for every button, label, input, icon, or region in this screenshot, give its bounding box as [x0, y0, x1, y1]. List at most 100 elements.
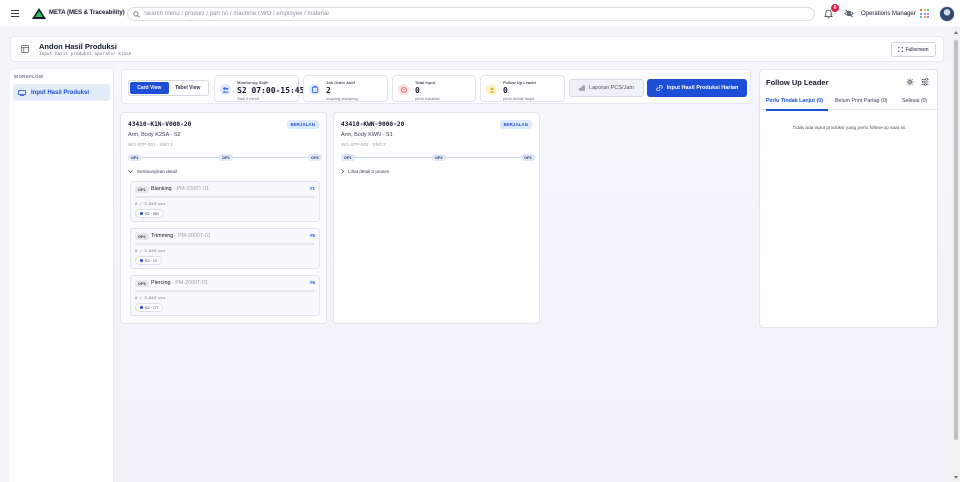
scroll-down-arrow[interactable] — [954, 476, 958, 479]
job-card[interactable]: 43410-KWN-9000-20 BERJALAN Arm, Body KWN… — [333, 112, 540, 324]
op-step: OP1 — [341, 154, 355, 161]
stat-label: Total Input — [415, 80, 436, 85]
process-number: #5 — [309, 280, 315, 285]
report-pcs-per-hour-button[interactable]: Laporan PCS/Jam — [569, 79, 644, 97]
tab-perlu-tindak-lanjut[interactable]: Perlu Tindak Lanjut (0) — [766, 98, 823, 104]
avatar[interactable] — [939, 6, 955, 22]
process-qty: 0 / 3.049 pcs — [135, 201, 166, 206]
input-button-label: Input Hasil Produksi Harian — [666, 85, 739, 91]
stat-note: perlu eskalasi — [415, 96, 440, 101]
user-role[interactable]: Operations Manager — [861, 11, 916, 17]
progress-bar — [135, 196, 315, 198]
sidebar-section-label: WORKFLOW — [14, 74, 44, 79]
bar-chart-icon — [579, 85, 585, 91]
process-number: #5 — [309, 233, 315, 238]
notification-badge: 6 — [831, 4, 839, 12]
page-title: Andon Hasil Produksi — [39, 42, 117, 51]
global-search[interactable] — [127, 7, 815, 21]
sidebar-item-label: Input Hasil Produksi — [31, 89, 90, 96]
search-input[interactable] — [144, 11, 804, 17]
process-row[interactable]: OP1 Blanking · PM-2000T-01 #1 0 / 3.049 … — [130, 181, 320, 222]
meta-logo-icon — [32, 8, 46, 19]
progress-bar — [135, 290, 315, 292]
process-qty: 0 / 3.049 pcs — [135, 248, 166, 253]
scroll-up-arrow[interactable] — [954, 31, 958, 34]
active-tab-indicator — [766, 109, 828, 111]
process-row[interactable]: OP3 Piercing · PM-2000T-01 #5 0 / 3.049 … — [130, 275, 320, 316]
stat-label: Follow Up Leader — [503, 80, 537, 85]
process-number: #1 — [309, 186, 315, 191]
users-icon — [220, 84, 231, 95]
page-subtitle: Input hasil produksi operator kiosk — [39, 52, 132, 57]
stat-note: ongoing stamping — [326, 96, 358, 101]
job-code: 43410-KWN-9000-20 — [341, 121, 405, 128]
status-badge: BERJALAN — [286, 120, 319, 129]
chevron-down-icon — [128, 170, 133, 173]
process-name: Blanking · PM-2000T-01 — [151, 186, 210, 192]
process-qty: 0 / 3.049 pcs — [135, 295, 166, 300]
view-toggle: Card View Tabel View — [128, 80, 209, 96]
sidebar-item-input-hasil-produksi[interactable]: Input Hasil Produksi — [13, 84, 110, 101]
eye-off-icon[interactable] — [844, 9, 854, 18]
stat-note: perlu tindak lanjut — [503, 96, 535, 101]
chevron-right-icon — [341, 169, 344, 174]
link-icon — [655, 85, 663, 91]
input-daily-production-button[interactable]: Input Hasil Produksi Harian — [647, 79, 747, 97]
user-icon — [486, 84, 497, 95]
stat-label: Monitoring Shift — [237, 80, 268, 85]
op-step: OP3 — [521, 154, 535, 161]
part-name: Arm, Body KWN - S1 — [341, 132, 393, 138]
layout-icon — [21, 45, 29, 53]
stat-follow-up-leader: Follow Up Leader 0 perlu tindak lanjut — [480, 75, 565, 102]
table-view-button[interactable]: Tabel View — [169, 82, 208, 94]
process-name: Trimming · PM-2000T-01 — [151, 233, 211, 239]
expand-icon — [898, 47, 904, 52]
stat-total-input: Total Input 0 perlu eskalasi — [392, 75, 476, 102]
clipboard-icon — [309, 84, 320, 95]
menu-icon[interactable] — [11, 10, 19, 17]
scroll-thumb[interactable] — [954, 40, 958, 440]
work-order: WO-STP-002 · Shift 2 — [341, 142, 386, 147]
toggle-detail-button[interactable]: Sembunyikan detail — [128, 169, 177, 174]
fullscreen-button[interactable]: Fullscreen — [891, 42, 936, 57]
card-view-button[interactable]: Card View — [130, 82, 169, 94]
top-navbar: META (MES & Traceability) 6 Operations M… — [0, 0, 960, 28]
job-code: 43410-K1N-V000-20 — [128, 121, 192, 128]
job-card[interactable]: 43410-K1N-V000-20 BERJALAN Arm, Body K2S… — [120, 112, 327, 324]
panel-title: Follow Up Leader — [766, 78, 829, 87]
toggle-detail-button[interactable]: Lihat detail 3 proses — [341, 169, 389, 174]
toggle-label: Lihat detail 3 proses — [348, 169, 390, 174]
stat-job-order-aktif: Job Order Aktif 2 ongoing stamping — [303, 75, 388, 102]
stat-monitoring-shift: Monitoring Shift S2 07:00-15:45 Sisa 0 m… — [214, 75, 304, 102]
search-icon — [133, 10, 140, 18]
apps-grid-icon[interactable] — [920, 9, 929, 18]
op-step: OP1 — [128, 154, 142, 161]
follow-up-panel: Follow Up Leader Perlu Tindak Lanjut (0)… — [759, 69, 939, 328]
progress-bar — [135, 243, 315, 245]
shift-tag: S2 · BO — [135, 209, 164, 218]
stat-value: 0 — [415, 86, 420, 95]
shift-tag: S2 · CT — [135, 303, 164, 312]
process-row[interactable]: OP2 Trimming · PM-2000T-01 #5 0 / 3.049 … — [130, 228, 320, 269]
alert-circle-icon — [398, 84, 409, 95]
empty-state-text: Tidak ada input produksi yang perlu foll… — [792, 126, 907, 131]
follow-up-tabs: Perlu Tindak Lanjut (0) Belum Print Part… — [760, 97, 939, 111]
work-order: WO-STP-001 · Shift 2 — [128, 142, 173, 147]
tab-belum-print-partag[interactable]: Belum Print Partag (0) — [835, 98, 887, 104]
process-op: OP2 — [135, 233, 149, 240]
tab-selesai[interactable]: Selesai (0) — [902, 98, 927, 104]
status-badge: BERJALAN — [499, 120, 532, 129]
gear-icon[interactable] — [906, 78, 914, 86]
page-header: Andon Hasil Produksi Input hasil produks… — [10, 36, 944, 62]
process-op: OP3 — [135, 280, 149, 287]
process-name: Piercing · PM-2000T-01 — [151, 280, 208, 286]
op-step: OP3 — [308, 154, 322, 161]
stat-label: Job Order Aktif — [326, 80, 355, 85]
brand-name: META (MES & Traceability) — [49, 10, 125, 16]
toggle-label: Sembunyikan detail — [137, 169, 178, 174]
sidebar: WORKFLOW Input Hasil Produksi — [10, 70, 114, 482]
stat-value: S2 07:00-15:45 — [237, 86, 305, 95]
stat-note: Sisa 0 menit — [237, 96, 260, 101]
page-scrollbar[interactable] — [952, 28, 960, 482]
sliders-icon[interactable] — [921, 78, 929, 86]
